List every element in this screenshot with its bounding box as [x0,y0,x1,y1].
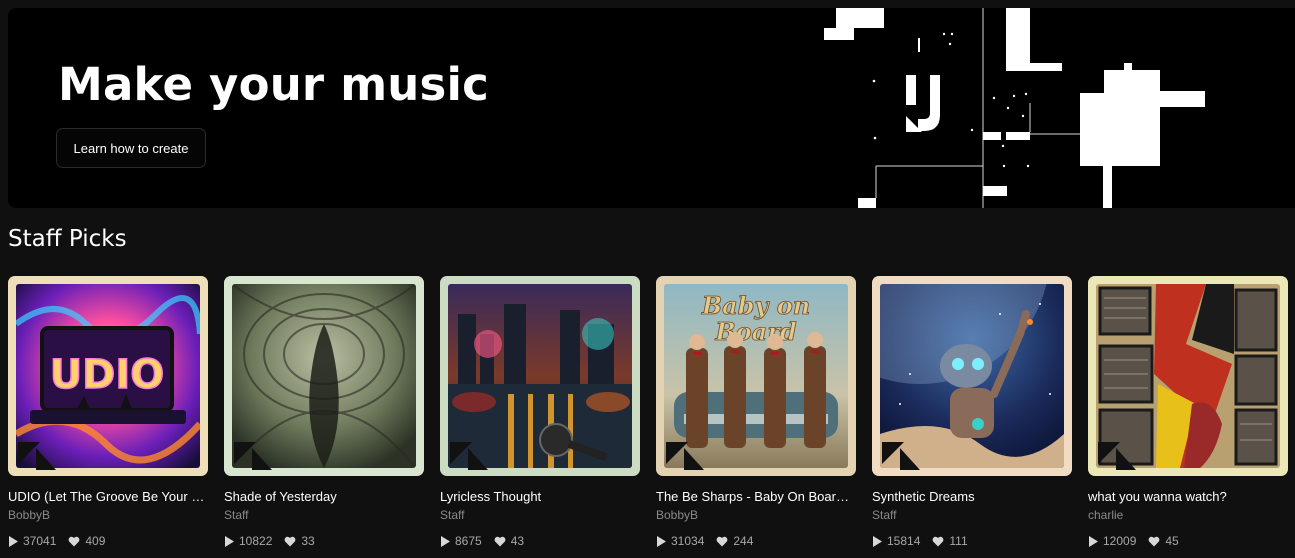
song-artist[interactable]: BobbyB [656,508,698,522]
udio-neon-laptop-artwork: UDIO [16,284,200,468]
udio-corner-logo-icon [450,442,488,470]
like-count-value: 33 [301,534,315,548]
like-count-value: 409 [85,534,106,548]
like-count-value: 43 [510,534,525,548]
heart-icon[interactable] [716,536,728,547]
like-count[interactable]: 33 [284,534,315,548]
udio-corner-logo-icon [666,442,704,470]
hero-banner: Make your music Learn how to create [8,8,1295,208]
svg-text:UDIO: UDIO [50,352,165,398]
song-artist[interactable]: Staff [872,508,896,522]
song-artist[interactable]: Staff [224,508,248,522]
song-card[interactable]: Lyricless Thought Staff 8675 43 [440,276,640,548]
heart-icon[interactable] [1148,536,1160,547]
heart-icon[interactable] [284,536,296,547]
like-count-value: 244 [733,534,754,548]
song-artist[interactable]: charlie [1088,508,1123,522]
svg-text:Baby on: Baby on [701,291,810,320]
play-icon [873,535,882,547]
heart-icon[interactable] [494,536,506,547]
song-artist[interactable]: Staff [440,508,464,522]
play-count: 15814 [872,534,920,548]
song-cover[interactable]: Baby on Board [656,276,856,476]
song-title[interactable]: Lyricless Thought [440,489,638,504]
section-title-staff-picks: Staff Picks [8,226,127,252]
play-count: 10822 [224,534,272,548]
like-count[interactable]: 111 [932,534,968,548]
play-icon [225,535,234,547]
song-stats: 8675 43 [440,534,640,548]
song-stats: 31034 244 [656,534,856,548]
song-stats: 15814 111 [872,534,1072,548]
heart-icon[interactable] [932,536,944,547]
udio-corner-logo-icon [882,442,920,470]
song-title[interactable]: UDIO (Let The Groove Be Your Guide) [8,489,206,504]
play-count-value: 15814 [887,534,921,548]
song-stats: 10822 33 [224,534,424,548]
song-cover[interactable] [872,276,1072,476]
robot-moon-artwork [880,284,1064,468]
like-count[interactable]: 409 [68,534,105,548]
song-title[interactable]: Shade of Yesterday [224,489,422,504]
play-count-value: 31034 [671,534,705,548]
song-card[interactable]: Baby on Board The Be Sharps - Baby On Bo… [656,276,856,548]
song-card[interactable]: Synthetic Dreams Staff 15814 111 [872,276,1072,548]
song-stats: 37041 409 [8,534,208,548]
like-count-value: 111 [949,534,968,548]
like-count[interactable]: 244 [716,534,753,548]
heart-icon[interactable] [68,536,80,547]
song-card[interactable]: Shade of Yesterday Staff 10822 33 [224,276,424,548]
udio-corner-logo-icon [18,442,56,470]
song-cover[interactable] [1088,276,1288,476]
play-count: 8675 [440,534,482,548]
play-count-value: 8675 [455,534,482,548]
city-street-microphone-artwork [448,284,632,468]
song-stats: 12009 45 [1088,534,1288,548]
shadowy-figure-tunnel-artwork [232,284,416,468]
like-count[interactable]: 45 [1148,534,1179,548]
play-count-value: 10822 [239,534,273,548]
song-card[interactable]: UDIO UDIO (Let The Groove Be Your Guide)… [8,276,208,548]
play-icon [441,535,450,547]
baby-on-board-quartet-artwork: Baby on Board [664,284,848,468]
learn-how-to-create-button[interactable]: Learn how to create [56,128,206,168]
song-artist[interactable]: BobbyB [8,508,50,522]
play-icon [1089,535,1098,547]
song-title[interactable]: The Be Sharps - Baby On Board, Baby On B… [656,489,854,504]
udio-corner-logo-icon [234,442,272,470]
udio-corner-logo-icon [1098,442,1136,470]
like-count[interactable]: 43 [494,534,524,548]
hero-title: Make your music [58,58,490,111]
play-count-value: 12009 [1103,534,1137,548]
play-icon [9,535,18,547]
song-card[interactable]: what you wanna watch? charlie 12009 45 [1088,276,1288,548]
song-title[interactable]: what you wanna watch? [1088,489,1286,504]
play-count: 12009 [1088,534,1136,548]
song-title[interactable]: Synthetic Dreams [872,489,1070,504]
tv-collage-artwork [1096,284,1280,468]
play-count-value: 37041 [23,534,57,548]
song-cover[interactable] [440,276,640,476]
song-cover[interactable] [224,276,424,476]
like-count-value: 45 [1165,534,1179,548]
song-cover[interactable]: UDIO [8,276,208,476]
play-icon [657,535,666,547]
play-count: 37041 [8,534,56,548]
svg-text:Board: Board [714,317,796,346]
play-count: 31034 [656,534,704,548]
